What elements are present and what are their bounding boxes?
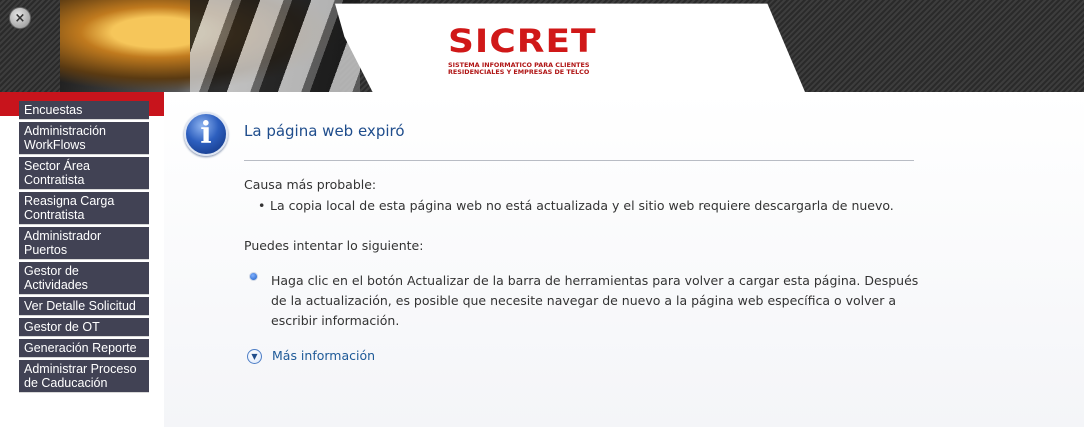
close-icon[interactable]: ×: [9, 7, 31, 29]
more-info-link[interactable]: Más información: [272, 348, 375, 363]
sicret-logo: SICRET SISTEMA INFORMATICO PARA CLIENTES…: [448, 26, 678, 76]
sidebar-item-sector-area-contratista[interactable]: Sector Área Contratista: [19, 157, 149, 190]
sidebar-item-administrador-puertos[interactable]: Administrador Puertos: [19, 227, 149, 260]
chevron-down-icon[interactable]: ▼: [247, 349, 262, 364]
info-icon: i: [184, 112, 228, 156]
suggestion-text: Haga clic en el botón Actualizar de la b…: [271, 273, 919, 328]
sidebar-item-ver-detalle-solicitud[interactable]: Ver Detalle Solicitud: [19, 297, 149, 316]
sidebar-item-reasigna-carga-contratista[interactable]: Reasigna Carga Contratista: [19, 192, 149, 225]
cause-bullet: •: [258, 198, 266, 213]
cause-heading: Causa más probable:: [244, 177, 377, 192]
bullet-icon: [249, 272, 258, 281]
header-banner: SICRET SISTEMA INFORMATICO PARA CLIENTES…: [0, 0, 1084, 92]
page-title: La página web expiró: [244, 122, 405, 140]
keyboard-image: [190, 0, 360, 92]
sidebar-item-generacion-reporte[interactable]: Generación Reporte: [19, 339, 149, 358]
logo-subtitle-2: RESIDENCIALES Y EMPRESAS DE TELCO: [448, 68, 590, 76]
sidebar-item-gestor-de-ot[interactable]: Gestor de OT: [19, 318, 149, 337]
sidebar-item-administrar-proceso-de-caducacion[interactable]: Administrar Proceso de Caducación: [19, 360, 149, 393]
title-divider: [244, 160, 914, 161]
try-heading: Puedes intentar lo siguiente:: [244, 238, 424, 253]
content-panel: i La página web expiró Causa más probabl…: [164, 92, 1084, 427]
sidebar-item-gestor-de-actividades[interactable]: Gestor de Actividades: [19, 262, 149, 295]
sidebar-item-administracion-workflows[interactable]: Administración WorkFlows: [19, 122, 149, 155]
sidebar-nav: Encuestas Administración WorkFlows Secto…: [19, 101, 149, 395]
cause-item: La copia local de esta página web no est…: [270, 198, 894, 213]
logo-word: SICRET: [448, 23, 597, 61]
sidebar-item-encuestas[interactable]: Encuestas: [19, 101, 149, 120]
